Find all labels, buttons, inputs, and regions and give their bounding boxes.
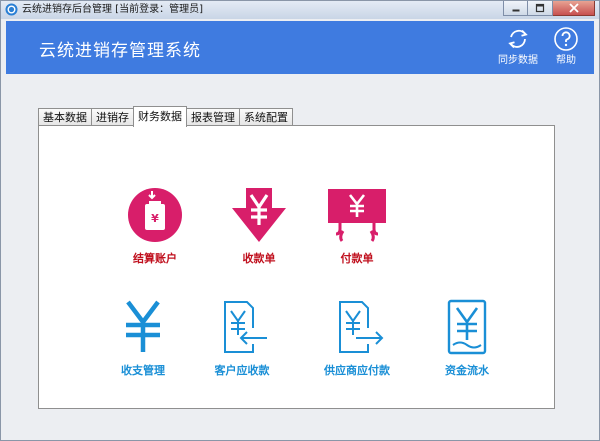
tab-bar: 基本数据 进销存 财务数据 报表管理 系统配置	[38, 106, 293, 127]
supplier-payable-icon	[339, 301, 384, 353]
customer-receivable-button[interactable]: 客户应收款	[192, 296, 292, 378]
app-logo-icon	[5, 3, 18, 16]
svg-text:¥: ¥	[151, 212, 159, 225]
minimize-icon	[512, 9, 519, 12]
receipt-label: 收款单	[242, 252, 276, 265]
customer-receivable-icon	[224, 301, 267, 353]
help-label: 帮助	[556, 55, 576, 66]
maximize-button[interactable]	[528, 1, 553, 16]
app-header: 云统进销存管理系统 同步数据 帮助	[6, 21, 594, 74]
sync-icon	[508, 29, 528, 49]
income-expense-label: 收支管理	[121, 364, 165, 377]
supplier-payable-label: 供应商应付款	[324, 364, 390, 377]
help-icon	[554, 27, 578, 51]
window-controls	[503, 1, 595, 16]
window-title: 云统进销存后台管理 [当前登录：管理员]	[22, 4, 203, 15]
title-bar[interactable]: 云统进销存后台管理 [当前登录：管理员]	[1, 1, 599, 19]
cash-flow-button[interactable]: 资金流水	[417, 296, 517, 378]
customer-receivable-label: 客户应收款	[214, 364, 270, 377]
payment-button[interactable]: 付款单	[307, 184, 407, 266]
tab-finance-data[interactable]: 财务数据	[133, 106, 187, 127]
minimize-button[interactable]	[503, 1, 528, 16]
close-icon	[568, 3, 579, 13]
app-title: 云统进销存管理系统	[39, 41, 201, 61]
receipt-icon	[232, 188, 286, 242]
close-button[interactable]	[553, 1, 595, 16]
income-expense-button[interactable]: 收支管理	[93, 296, 193, 378]
cash-flow-label: 资金流水	[445, 364, 489, 377]
settlement-account-icon: ¥	[128, 188, 182, 242]
settlement-account-button[interactable]: ¥ 结算账户	[105, 184, 205, 266]
app-window: 云统进销存后台管理 [当前登录：管理员] 云统进销存管理系统 同步数据 帮助 基…	[0, 0, 600, 441]
yen-icon	[126, 300, 160, 352]
cash-flow-icon	[447, 299, 487, 355]
settlement-account-label: 结算账户	[133, 252, 177, 265]
sync-data-label: 同步数据	[498, 55, 538, 66]
maximize-icon	[535, 3, 545, 13]
payment-label: 付款单	[340, 252, 374, 265]
sync-data-button[interactable]: 同步数据	[491, 26, 545, 72]
help-button[interactable]: 帮助	[548, 26, 584, 72]
receipt-button[interactable]: 收款单	[209, 184, 309, 266]
finance-panel: ¥ 结算账户 收款单 付款单 收支管理 客户应收款 供应商应付款 资金流水	[38, 125, 555, 409]
supplier-payable-button[interactable]: 供应商应付款	[307, 296, 407, 378]
payment-icon	[328, 189, 386, 242]
